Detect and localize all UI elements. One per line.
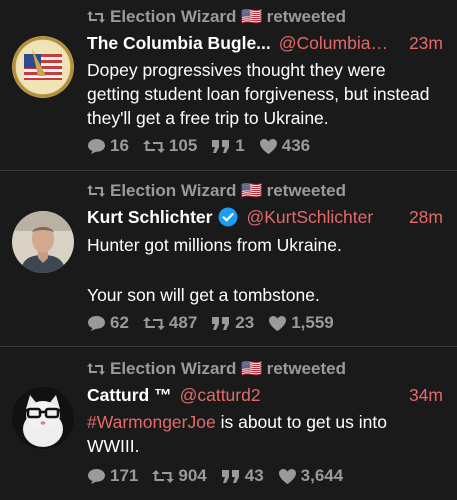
author-handle[interactable]: @KurtSchlichter xyxy=(246,207,397,228)
tweet-text-line: Hunter got millions from Ukraine. xyxy=(87,235,342,255)
retweet-icon xyxy=(87,185,105,197)
like-button[interactable]: 1,559 xyxy=(268,313,334,333)
quote-button[interactable]: 43 xyxy=(221,466,264,486)
retweeter-name[interactable]: Election Wizard xyxy=(110,7,236,27)
retweet-icon xyxy=(142,316,165,330)
timestamp[interactable]: 34m xyxy=(409,385,443,406)
retweet-indicator: Election Wizard 🇺🇸 retweeted xyxy=(87,358,346,380)
reply-button[interactable]: 62 xyxy=(87,313,129,333)
retweet-button[interactable]: 105 xyxy=(142,136,198,156)
quote-icon xyxy=(212,316,230,330)
tweet-2[interactable]: Election Wizard 🇺🇸 retweeted Kurt Schlic… xyxy=(0,171,457,347)
heart-icon xyxy=(259,138,277,154)
tweet-text-line: #WarmongerJoe is about to get us into xyxy=(87,410,443,434)
like-button[interactable]: 436 xyxy=(259,136,310,156)
like-count: 436 xyxy=(281,136,311,155)
retweet-button[interactable]: 487 xyxy=(142,313,198,333)
tweet-header: Catturd ™ @catturd2 34m xyxy=(87,383,443,407)
avatar[interactable] xyxy=(12,211,74,273)
us-flag-icon: 🇺🇸 xyxy=(241,7,263,26)
retweeted-label: retweeted xyxy=(266,7,346,26)
quote-button[interactable]: 1 xyxy=(211,136,245,156)
timestamp[interactable]: 23m xyxy=(409,33,443,54)
author-name[interactable]: The Columbia Bugle... xyxy=(87,33,271,54)
retweeted-label: retweeted xyxy=(266,181,346,200)
tweet-text-rest: is about to get us into xyxy=(215,412,387,432)
tweet-text: #WarmongerJoe is about to get us into WW… xyxy=(87,410,443,458)
catturd-avatar xyxy=(12,387,74,449)
quote-count: 43 xyxy=(244,466,264,485)
avatar[interactable] xyxy=(12,387,74,449)
tweet-1[interactable]: Election Wizard 🇺🇸 retweeted The Columbi… xyxy=(0,0,457,171)
like-button[interactable]: 3,644 xyxy=(278,466,344,486)
tweet-text-line xyxy=(87,257,443,283)
retweet-indicator: Election Wizard 🇺🇸 retweeted xyxy=(87,6,346,28)
quote-button[interactable]: 23 xyxy=(211,313,254,333)
retweet-icon xyxy=(87,363,105,375)
reply-button[interactable]: 171 xyxy=(87,466,138,486)
tweet-text: Hunter got millions from Ukraine. Your s… xyxy=(87,233,443,307)
tweet-actions: 16 105 1 436 xyxy=(87,134,324,158)
retweet-icon xyxy=(87,11,105,23)
like-count: 3,644 xyxy=(300,466,344,485)
tweet-actions: 171 904 43 3,644 xyxy=(87,464,357,488)
reply-count: 16 xyxy=(110,136,129,155)
tweet-3[interactable]: Election Wizard 🇺🇸 retweeted Catturd ™ @… xyxy=(0,347,457,500)
tweet-text-line: Your son will get a tombstone. xyxy=(87,285,320,305)
retweet-count: 487 xyxy=(168,313,198,332)
us-flag-icon: 🇺🇸 xyxy=(241,359,263,378)
timestamp[interactable]: 28m xyxy=(409,207,443,228)
kurt-schlichter-avatar xyxy=(12,211,74,273)
author-name[interactable]: Kurt Schlichter xyxy=(87,207,212,228)
quote-count: 23 xyxy=(235,313,255,332)
quote-count: 1 xyxy=(235,136,245,155)
tweet-text-line: they'll get a free trip to Ukraine. xyxy=(87,108,329,128)
columbia-bugle-avatar xyxy=(12,36,74,98)
like-count: 1,559 xyxy=(291,313,334,332)
tweet-text: Dopey progressives thought they were get… xyxy=(87,58,443,130)
heart-icon xyxy=(278,468,296,484)
heart-icon xyxy=(269,315,287,331)
tweet-header: Kurt Schlichter @KurtSchlichter 28m xyxy=(87,205,443,229)
retweet-button[interactable]: 904 xyxy=(152,466,207,486)
reply-button[interactable]: 16 xyxy=(87,136,129,156)
retweet-indicator: Election Wizard 🇺🇸 retweeted xyxy=(87,180,346,202)
retweet-icon xyxy=(142,139,165,153)
retweeted-label: retweeted xyxy=(266,359,346,378)
verified-badge-icon xyxy=(218,207,238,227)
quote-icon xyxy=(212,139,230,153)
tweet-text-line: getting student loan forgiveness, but in… xyxy=(87,84,430,104)
retweeter-name[interactable]: Election Wizard xyxy=(110,359,236,379)
us-flag-icon: 🇺🇸 xyxy=(241,181,263,200)
reply-icon xyxy=(88,315,105,331)
reply-count: 171 xyxy=(110,466,139,485)
hashtag-link[interactable]: #WarmongerJoe xyxy=(87,412,216,432)
reply-icon xyxy=(88,468,105,484)
retweet-count: 105 xyxy=(168,136,198,155)
quote-icon xyxy=(221,469,239,483)
retweet-icon xyxy=(152,469,175,483)
avatar[interactable] xyxy=(12,36,74,98)
retweet-count: 904 xyxy=(178,466,207,485)
retweeter-name[interactable]: Election Wizard xyxy=(110,181,236,201)
tweet-header: The Columbia Bugle... @ColumbiaBu... 23m xyxy=(87,31,443,55)
tweet-text-line: WWIII. xyxy=(87,436,140,456)
reply-count: 62 xyxy=(110,313,129,332)
tweet-actions: 62 487 23 1,559 xyxy=(87,311,348,335)
author-handle[interactable]: @catturd2 xyxy=(180,385,397,406)
reply-icon xyxy=(88,138,105,154)
author-handle[interactable]: @ColumbiaBu... xyxy=(279,33,397,54)
author-name[interactable]: Catturd ™ xyxy=(87,385,172,406)
tweet-text-line: Dopey progressives thought they were xyxy=(87,60,386,80)
